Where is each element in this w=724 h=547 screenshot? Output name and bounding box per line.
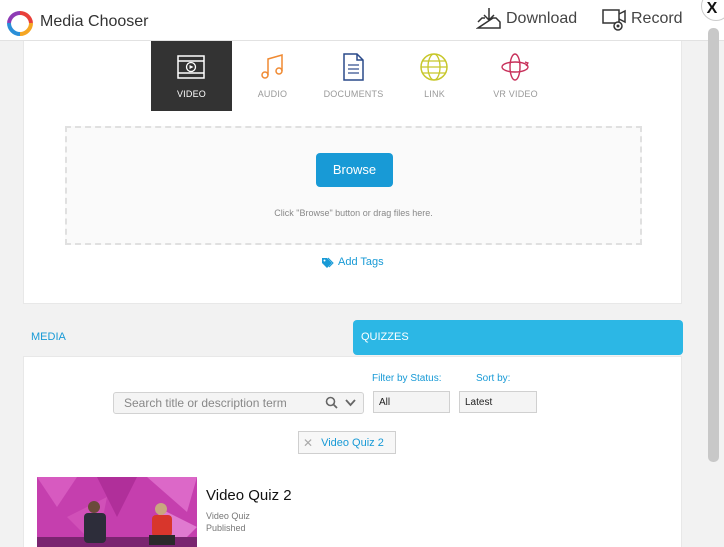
tab-video[interactable]: VIDEO [151,41,232,111]
quiz-list-panel: Filter by Status: All Sort by: Latest ✕ … [23,356,682,547]
chevron-down-icon[interactable] [344,396,357,409]
tab-vr-video[interactable]: VR VIDEO [475,41,556,111]
tab-quizzes[interactable]: QUIZZES [353,320,683,355]
sort-label: Sort by: [476,373,511,384]
tab-media[interactable]: MEDIA [23,320,352,355]
tags-icon [322,257,334,268]
search-box [113,392,364,414]
record-button[interactable]: Record [601,6,683,32]
download-icon [476,8,501,29]
globe-icon [420,53,448,81]
search-icon[interactable] [325,396,338,409]
tab-vr-video-label: VR VIDEO [493,89,538,99]
tab-documents-label: DOCUMENTS [323,89,384,99]
item-status: Published [206,523,246,533]
document-icon [343,53,364,81]
vr-icon [501,53,529,81]
dropzone-hint: Click "Browse" button or drag files here… [274,208,433,218]
app-title: Media Chooser [40,13,149,30]
active-filter-chip[interactable]: ✕ Video Quiz 2 [298,431,396,454]
download-label: Download [506,10,578,27]
add-tags-link[interactable]: Add Tags [321,256,384,268]
tab-audio[interactable]: AUDIO [232,41,313,111]
tab-documents[interactable]: DOCUMENTS [313,41,394,111]
tab-video-label: VIDEO [176,89,206,99]
sort-select[interactable]: Latest [459,391,537,413]
video-icon [177,55,205,79]
app-logo [7,10,33,36]
tab-link[interactable]: LINK [394,41,475,111]
item-title[interactable]: Video Quiz 2 [206,487,292,504]
status-select[interactable]: All [373,391,450,413]
item-thumbnail[interactable] [37,477,197,547]
item-type: Video Quiz [206,511,250,521]
tab-audio-label: AUDIO [257,89,288,99]
chip-close-icon[interactable]: ✕ [303,436,313,450]
record-camera-icon [602,9,626,31]
status-filter-label: Filter by Status: [372,373,442,384]
scrollbar[interactable] [708,28,719,462]
search-input[interactable] [124,396,324,410]
chip-label: Video Quiz 2 [321,436,384,449]
download-button[interactable]: Download [476,6,577,32]
upload-panel: VIDEO AUDIO DOCUMENTS LINK VR VIDEO Brow… [23,41,682,304]
record-label: Record [631,10,683,27]
header-bar: Media Chooser Download Record [0,0,724,41]
add-tags-label: Add Tags [338,256,384,268]
browse-button[interactable]: Browse [316,153,393,187]
tab-link-label: LINK [424,89,445,99]
music-icon [261,54,283,79]
file-dropzone[interactable]: Browse Click "Browse" button or drag fil… [65,126,642,245]
